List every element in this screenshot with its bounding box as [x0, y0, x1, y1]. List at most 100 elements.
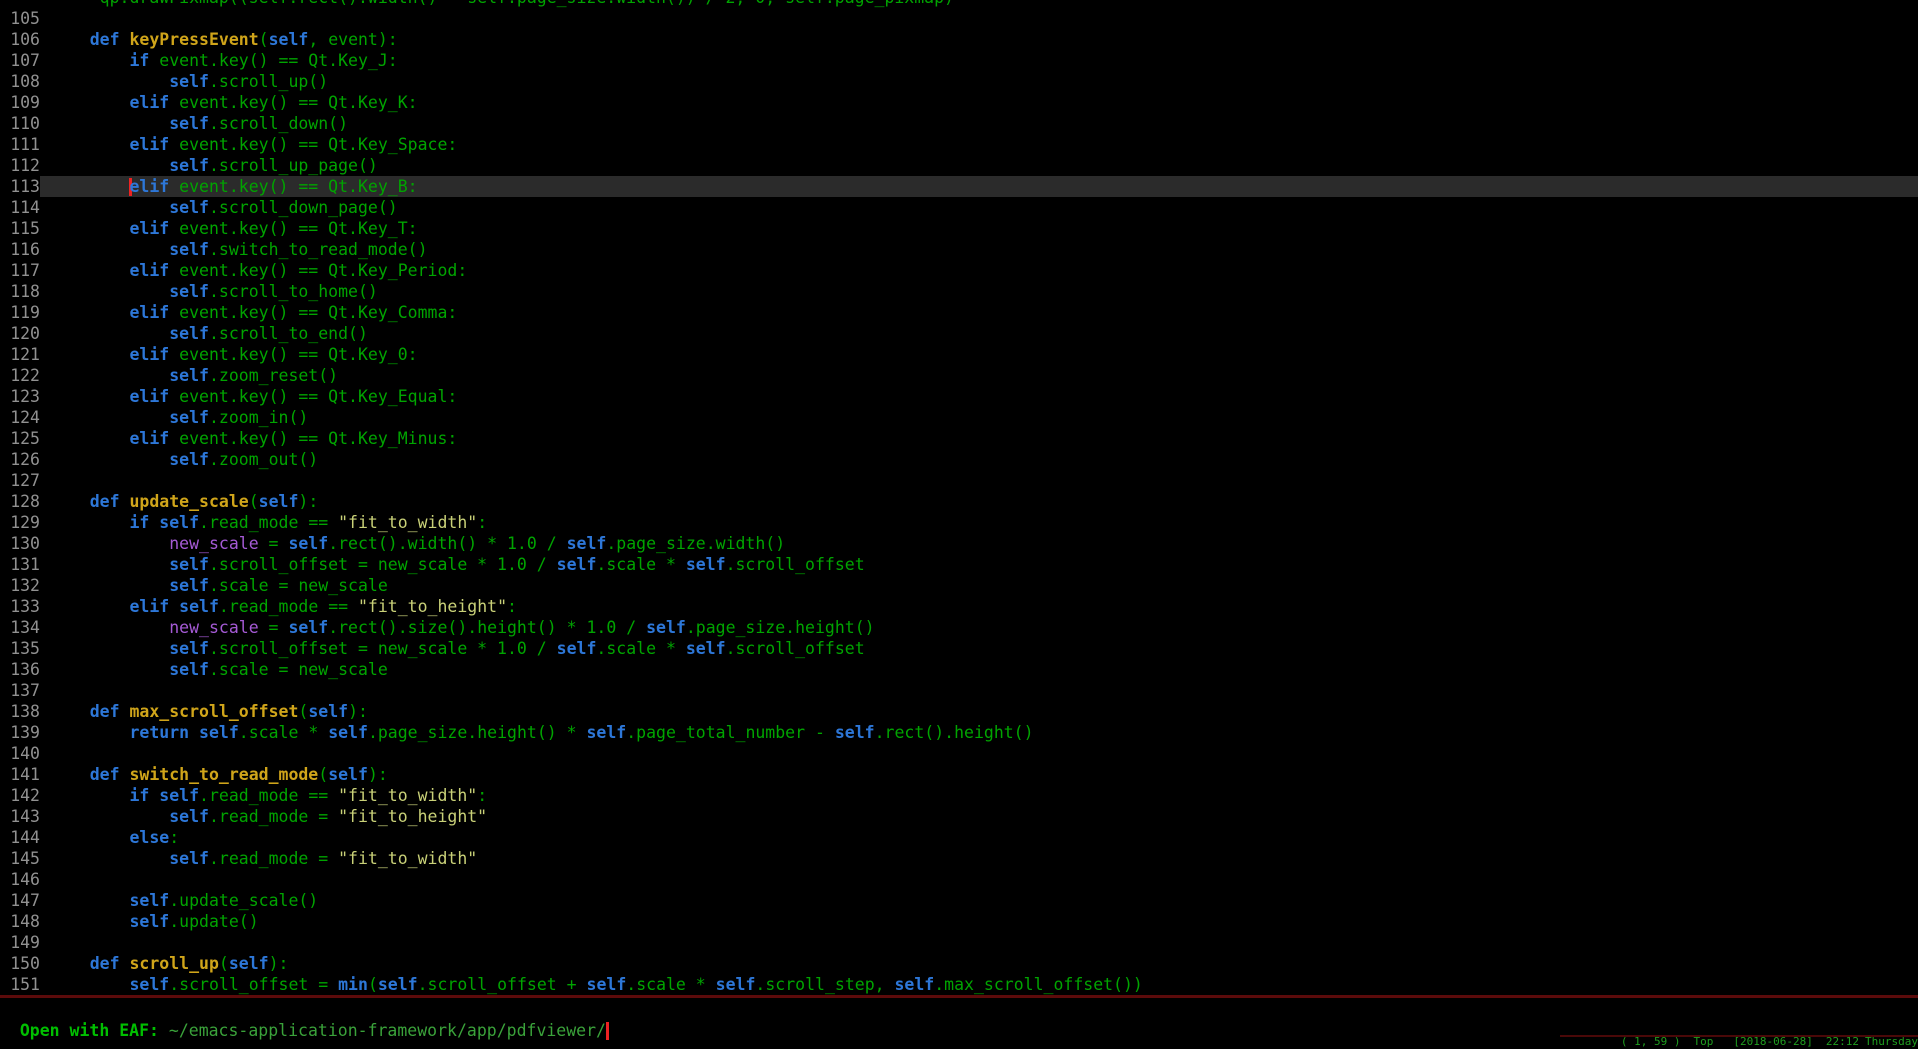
code-line[interactable]: 119 elif event.key() == Qt.Key_Comma: [0, 302, 1918, 323]
status-time: 22:12 [1826, 1035, 1859, 1049]
code-line[interactable]: 124 self.zoom_in() [0, 407, 1918, 428]
code-text: elif self.read_mode == "fit_to_height": [40, 596, 1918, 617]
code-line[interactable]: 132 self.scale = new_scale [0, 575, 1918, 596]
code-token [50, 912, 129, 931]
code-text: new_scale = self.rect().width() * 1.0 / … [40, 533, 1918, 554]
code-token: self [567, 534, 607, 553]
code-line[interactable]: 139 return self.scale * self.page_size.h… [0, 722, 1918, 743]
code-line[interactable]: 122 self.zoom_reset() [0, 365, 1918, 386]
code-token: update_scale [130, 492, 249, 511]
code-token [50, 891, 129, 910]
minibuffer[interactable]: Open with EAF: ~/emacs-application-frame… [0, 999, 606, 1020]
code-line[interactable]: 105 [0, 8, 1918, 29]
code-token [50, 534, 169, 553]
code-line[interactable]: 117 elif event.key() == Qt.Key_Period: [0, 260, 1918, 281]
code-line[interactable]: 130 new_scale = self.rect().width() * 1.… [0, 533, 1918, 554]
code-token [50, 723, 129, 742]
code-line[interactable]: 121 elif event.key() == Qt.Key_0: [0, 344, 1918, 365]
code-line[interactable]: 138 def max_scroll_offset(self): [0, 701, 1918, 722]
code-editor[interactable]: qp.drawPixmap((self.rect().width() - sel… [0, 0, 1918, 995]
code-line-current[interactable]: 113 elif event.key() == Qt.Key_B: [0, 176, 1918, 197]
code-line[interactable]: 145 self.read_mode = "fit_to_width" [0, 848, 1918, 869]
code-line[interactable]: 116 self.switch_to_read_mode() [0, 239, 1918, 260]
line-number: 148 [0, 911, 40, 932]
line-number: 134 [0, 617, 40, 638]
code-line[interactable]: 106 def keyPressEvent(self, event): [0, 29, 1918, 50]
code-token [50, 450, 169, 469]
code-text: def keyPressEvent(self, event): [40, 29, 1918, 50]
code-token: self [169, 660, 209, 679]
code-token [120, 954, 130, 973]
line-number: 117 [0, 260, 40, 281]
code-line[interactable]: 144 else: [0, 827, 1918, 848]
line-number: 127 [0, 470, 40, 491]
code-line[interactable]: 131 self.scroll_offset = new_scale * 1.0… [0, 554, 1918, 575]
code-token: keyPressEvent [130, 30, 259, 49]
code-token [50, 387, 129, 406]
code-line[interactable]: 133 elif self.read_mode == "fit_to_heigh… [0, 596, 1918, 617]
code-token: new_scale [169, 534, 258, 553]
code-line[interactable]: 112 self.scroll_up_page() [0, 155, 1918, 176]
code-line[interactable]: 128 def update_scale(self): [0, 491, 1918, 512]
code-token: self [169, 807, 209, 826]
code-line[interactable]: 137 [0, 680, 1918, 701]
code-line[interactable]: 107 if event.key() == Qt.Key_J: [0, 50, 1918, 71]
code-token: qp.drawPixmap((self.rect().width() - sel… [50, 0, 954, 7]
code-token: elif [129, 177, 169, 196]
code-text: self.update_scale() [40, 890, 1918, 911]
code-line[interactable]: 127 [0, 470, 1918, 491]
code-line[interactable]: 140 [0, 743, 1918, 764]
code-line[interactable]: 143 self.read_mode = "fit_to_height" [0, 806, 1918, 827]
line-number: 123 [0, 386, 40, 407]
code-line[interactable]: 141 def switch_to_read_mode(self): [0, 764, 1918, 785]
code-token: elif [129, 429, 169, 448]
code-line[interactable]: 110 self.scroll_down() [0, 113, 1918, 134]
code-text: self.scale = new_scale [40, 575, 1918, 596]
code-token: event.key() == Qt.Key_0: [169, 345, 417, 364]
code-line[interactable]: 151 self.scroll_offset = min(self.scroll… [0, 974, 1918, 995]
code-line[interactable]: 118 self.scroll_to_home() [0, 281, 1918, 302]
code-text: qp.drawPixmap((self.rect().width() - sel… [40, 0, 1918, 8]
code-token [120, 492, 130, 511]
code-token [50, 135, 129, 154]
code-token [120, 30, 130, 49]
code-line[interactable]: 111 elif event.key() == Qt.Key_Space: [0, 134, 1918, 155]
code-text: def max_scroll_offset(self): [40, 701, 1918, 722]
code-line[interactable]: 149 [0, 932, 1918, 953]
status-buffer-position: Top [1694, 1035, 1714, 1049]
code-line[interactable]: 134 new_scale = self.rect().size().heigh… [0, 617, 1918, 638]
code-line[interactable]: 126 self.zoom_out() [0, 449, 1918, 470]
code-token: : [507, 597, 517, 616]
line-number: 112 [0, 155, 40, 176]
code-line[interactable]: 115 elif event.key() == Qt.Key_T: [0, 218, 1918, 239]
code-line[interactable]: qp.drawPixmap((self.rect().width() - sel… [0, 0, 1918, 8]
code-token: self [557, 639, 597, 658]
code-token: .scale * [626, 975, 715, 994]
code-line[interactable]: 146 [0, 869, 1918, 890]
code-line[interactable]: 129 if self.read_mode == "fit_to_width": [0, 512, 1918, 533]
code-token: .zoom_in() [209, 408, 308, 427]
code-line[interactable]: 109 elif event.key() == Qt.Key_K: [0, 92, 1918, 113]
line-number: 111 [0, 134, 40, 155]
minibuffer-input[interactable]: ~/emacs-application-framework/app/pdfvie… [169, 1021, 606, 1040]
code-line[interactable]: 120 self.scroll_to_end() [0, 323, 1918, 344]
code-line[interactable]: 148 self.update() [0, 911, 1918, 932]
code-token: elif [129, 135, 169, 154]
code-token: scroll_up [130, 954, 219, 973]
code-line[interactable]: 150 def scroll_up(self): [0, 953, 1918, 974]
code-token: .scale * [596, 555, 685, 574]
code-token: : [477, 513, 487, 532]
code-line[interactable]: 136 self.scale = new_scale [0, 659, 1918, 680]
code-line[interactable]: 142 if self.read_mode == "fit_to_width": [0, 785, 1918, 806]
code-token: event.key() == Qt.Key_Period: [169, 261, 467, 280]
code-line[interactable]: 125 elif event.key() == Qt.Key_Minus: [0, 428, 1918, 449]
code-token: self [169, 282, 209, 301]
code-line[interactable]: 108 self.scroll_up() [0, 71, 1918, 92]
line-number: 145 [0, 848, 40, 869]
code-token: elif [129, 387, 169, 406]
code-line[interactable]: 123 elif event.key() == Qt.Key_Equal: [0, 386, 1918, 407]
code-line[interactable]: 135 self.scroll_offset = new_scale * 1.0… [0, 638, 1918, 659]
code-line[interactable]: 147 self.update_scale() [0, 890, 1918, 911]
code-line[interactable]: 114 self.scroll_down_page() [0, 197, 1918, 218]
code-token: = [259, 534, 289, 553]
